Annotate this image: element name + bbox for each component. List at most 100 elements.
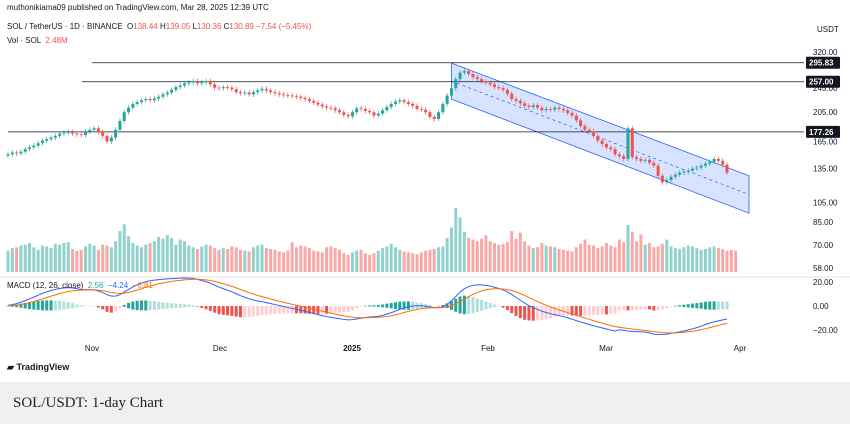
- volume-bar: [682, 247, 686, 272]
- candle-body: [514, 99, 518, 101]
- candle-body: [587, 129, 591, 132]
- candle-body: [135, 102, 139, 104]
- macd-tick-label: 0.00: [813, 302, 829, 311]
- macd-hist-bar: [260, 306, 264, 316]
- time-tick-label: 2025: [343, 344, 361, 353]
- volume-bar: [531, 248, 535, 272]
- price-tag-text: 257.00: [809, 78, 834, 87]
- tv-logo-icon: ▰: [7, 362, 14, 372]
- volume-bar: [355, 250, 359, 272]
- volume-bar: [635, 241, 639, 272]
- candle-body: [381, 110, 385, 114]
- macd-hist-bar: [712, 301, 716, 310]
- macd-hist-bar: [350, 306, 354, 311]
- candle-body: [144, 99, 148, 101]
- volume-bar: [127, 236, 131, 272]
- macd-tick-label: 20.00: [813, 278, 834, 287]
- macd-hist-bar: [152, 301, 156, 310]
- macd-hist-bar: [273, 306, 277, 314]
- macd-hist-bar: [83, 305, 88, 307]
- volume-bar: [484, 235, 488, 272]
- volume-bar: [734, 250, 738, 272]
- macd-hist-value: 2.56: [87, 281, 104, 290]
- candle-body: [260, 88, 264, 91]
- volume-bar: [251, 247, 255, 272]
- candle-body: [109, 137, 113, 142]
- candle-body: [92, 128, 96, 130]
- volume-bar: [208, 245, 212, 272]
- volume-bar: [617, 239, 621, 272]
- volume-bar: [282, 252, 286, 272]
- macd-hist-bar: [148, 300, 152, 311]
- macd-hist-bar: [587, 306, 591, 316]
- candle-body: [445, 95, 449, 104]
- macd-hist-bar: [139, 300, 143, 311]
- currency-label: USDT: [817, 25, 839, 34]
- candle-body: [178, 85, 182, 88]
- macd-hist-bar: [665, 306, 669, 309]
- macd-hist-bar: [437, 306, 441, 307]
- candle-body: [101, 132, 105, 136]
- candle-body: [264, 88, 268, 91]
- macd-hist-bar: [708, 301, 712, 310]
- macd-hist-bar: [488, 303, 492, 309]
- macd-hist-bar: [471, 297, 475, 314]
- macd-hist-bar: [88, 305, 92, 307]
- macd-hist-bar: [359, 306, 363, 307]
- candle-body: [604, 143, 608, 148]
- volume-bar: [432, 248, 436, 272]
- candle-body: [415, 105, 419, 109]
- macd-hist-bar: [75, 304, 79, 308]
- volume-bar: [312, 250, 316, 272]
- macd-hist-bar: [574, 306, 578, 316]
- candle-body: [613, 149, 617, 155]
- macd-hist-bar: [480, 300, 484, 311]
- volume-bar: [398, 249, 402, 272]
- price-tag-text: 295.83: [809, 59, 834, 68]
- candle-body: [699, 165, 703, 168]
- macd-hist-bar: [131, 301, 135, 310]
- volume-bar: [458, 217, 462, 272]
- candle-body: [139, 100, 143, 103]
- macd-hist-bar: [45, 300, 49, 311]
- macd-hist-bar: [290, 306, 294, 314]
- volume-bar: [40, 245, 44, 272]
- macd-hist-bar: [493, 304, 497, 308]
- volume-bar: [729, 249, 733, 272]
- candle-body: [574, 115, 578, 121]
- candle-body: [428, 112, 432, 117]
- macd-label[interactable]: MACD (12, 26, close): [7, 281, 83, 290]
- macd-hist-bar: [355, 306, 359, 309]
- volume-bar: [449, 227, 453, 272]
- macd-hist-bar: [484, 301, 488, 310]
- volume-bar: [510, 231, 514, 272]
- macd-hist-bar: [501, 306, 505, 308]
- candle-body: [161, 94, 165, 97]
- candle-body: [548, 108, 552, 110]
- volume-bar: [523, 241, 527, 272]
- macd-hist-bar: [217, 306, 221, 315]
- volume-bar: [10, 248, 14, 272]
- volume-bar: [505, 242, 509, 272]
- candle-body: [79, 134, 83, 136]
- macd-hist-bar: [264, 306, 268, 315]
- macd-hist-bar: [725, 301, 729, 310]
- macd-hist-bar: [62, 301, 66, 310]
- time-tick-label: Apr: [734, 344, 747, 353]
- volume-line: Vol · SOL 2.48M: [7, 36, 68, 45]
- volume-bar: [518, 232, 522, 272]
- volume-label[interactable]: Vol · SOL: [7, 36, 41, 45]
- time-tick-label: Nov: [85, 344, 99, 353]
- macd-hist-bar: [523, 306, 527, 320]
- volume-bar: [665, 239, 669, 272]
- candle-body: [148, 99, 152, 101]
- volume-bar: [122, 224, 126, 272]
- macd-hist-bar: [579, 306, 583, 316]
- macd-hist-bar: [467, 296, 471, 314]
- tradingview-logo[interactable]: ▰ TradingView: [7, 362, 69, 373]
- candle-body: [441, 103, 445, 113]
- volume-bar: [230, 246, 234, 272]
- macd-hist-bar: [53, 300, 57, 311]
- symbol-name[interactable]: SOL / TetherUS · 1D · BINANCE: [7, 22, 123, 31]
- time-tick-label: Mar: [599, 344, 613, 353]
